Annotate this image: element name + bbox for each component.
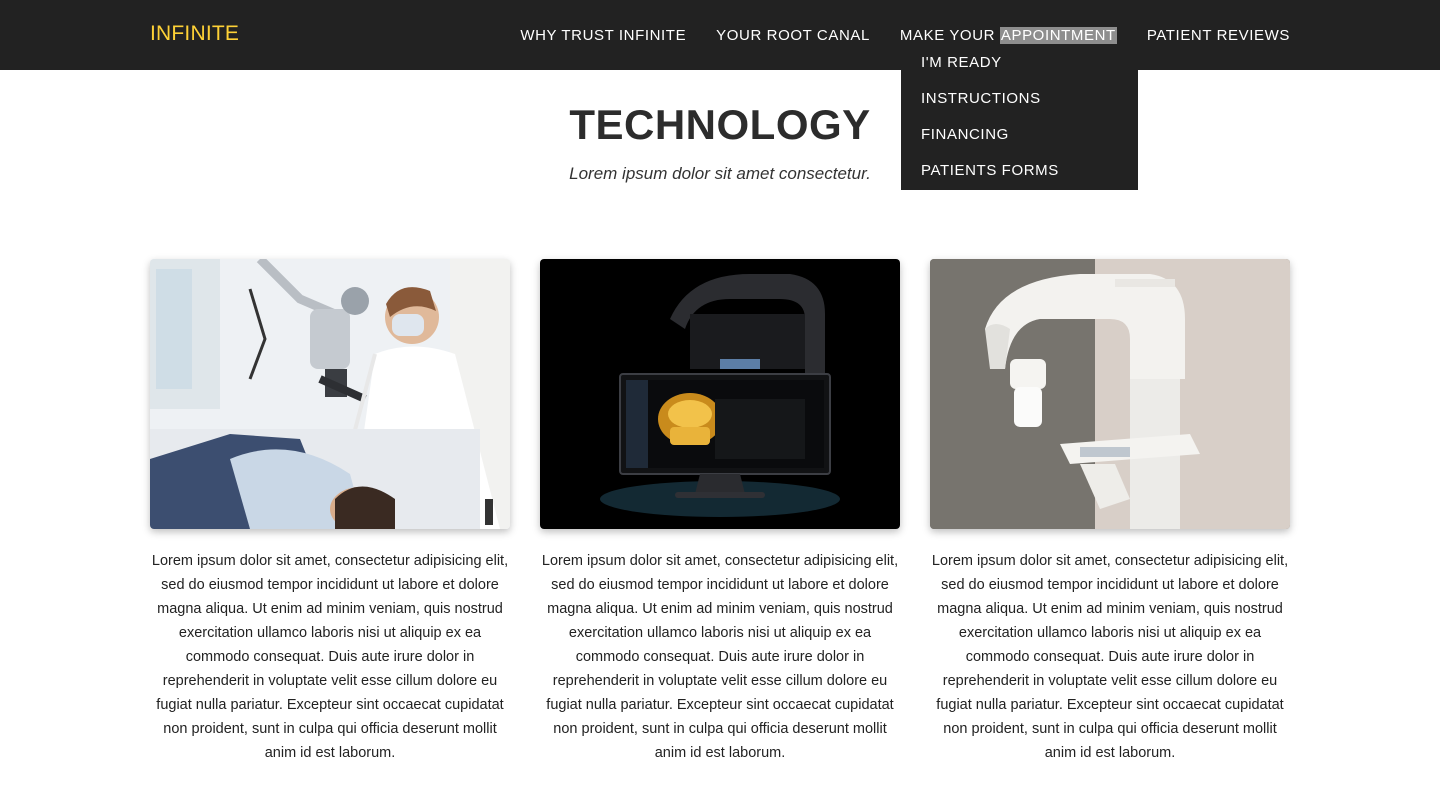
brand-logo-link[interactable]: INFINITE	[150, 22, 239, 46]
section-heading: TECHNOLOGY	[569, 101, 871, 148]
nav-patient-reviews[interactable]: PATIENT REVIEWS	[1147, 27, 1290, 44]
nav-appointment-highlight: APPOINTMENT	[999, 26, 1117, 44]
ct-scanner-photo	[930, 259, 1290, 529]
nav-appointment-prefix: MAKE YOUR	[899, 26, 996, 44]
nav-your-root-canal[interactable]: YOUR ROOT CANAL	[716, 27, 870, 44]
card-1-description: Lorem ipsum dolor sit amet, consectetur …	[151, 553, 509, 761]
nav-why-trust-infinite[interactable]: WHY TRUST INFINITE	[520, 27, 686, 44]
dentist-microscope-photo	[150, 259, 510, 529]
section-subheading: Lorem ipsum dolor sit amet consectetur.	[569, 164, 871, 183]
3d-scan-monitor-photo	[540, 259, 900, 529]
card-2-description: Lorem ipsum dolor sit amet, consectetur …	[541, 553, 899, 761]
card-3-description: Lorem ipsum dolor sit amet, consectetur …	[931, 553, 1289, 761]
dropdown-item-im-ready[interactable]: I'M READY	[901, 54, 1138, 90]
navbar: INFINITE WHY TRUST INFINITE YOUR ROOT CA…	[0, 0, 1440, 70]
nav-make-your-appointment[interactable]: MAKE YOUR APPOINTMENT	[899, 26, 1117, 44]
